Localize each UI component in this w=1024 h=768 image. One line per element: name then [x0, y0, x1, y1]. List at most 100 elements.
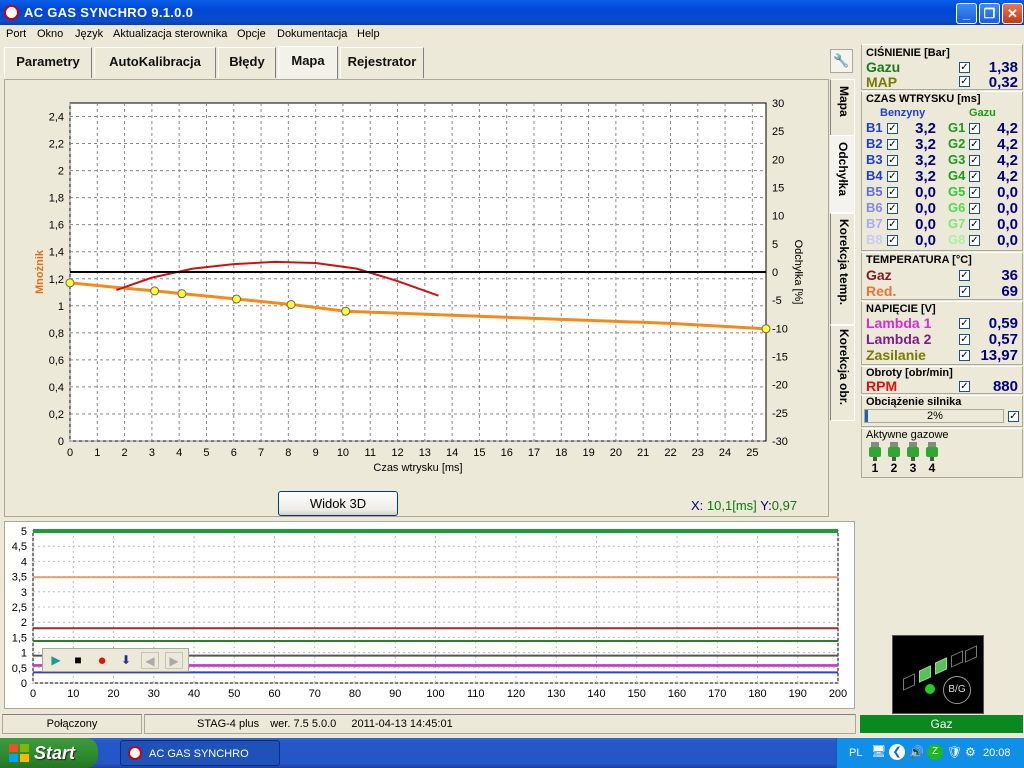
tab-mapa[interactable]: Mapa: [278, 46, 338, 79]
supply-value: 13,97: [980, 347, 1018, 364]
gas-injector-checkbox[interactable]: ✓: [969, 187, 980, 198]
maximize-icon[interactable]: ❐: [979, 3, 1000, 24]
load-checkbox[interactable]: ✓: [1008, 411, 1019, 422]
start-button[interactable]: Start: [0, 738, 98, 768]
recorder-x-tick-label: 30: [148, 688, 160, 700]
menu-jezyk[interactable]: Język: [75, 28, 103, 40]
vtab-korekcja-temp[interactable]: Korekcja temp.: [830, 213, 855, 325]
x-tick-label: 6: [231, 447, 237, 459]
tab-autokalibracja[interactable]: AutoKalibracja: [94, 47, 216, 78]
petrol-injector-checkbox[interactable]: ✓: [887, 235, 898, 246]
x-tick-label: 0: [67, 447, 73, 459]
vtab-korekcja-obr[interactable]: Korekcja obr.: [830, 325, 855, 421]
vtab-mapa[interactable]: Mapa: [830, 79, 855, 141]
data-point-marker: [286, 299, 296, 309]
red-temp-value: 69: [1001, 283, 1018, 300]
petrol-injector-checkbox[interactable]: ✓: [887, 187, 898, 198]
tray-icon-expand[interactable]: ❮: [889, 744, 905, 760]
tab-parametry[interactable]: Parametry: [4, 47, 92, 78]
x-tick-label: 11: [365, 447, 376, 459]
petrol-injector-value: 0,0: [915, 232, 936, 249]
injection-row: B8 ✓ 0,0 G8 ✓ 0,0: [862, 232, 1022, 249]
recorder-x-tick-label: 50: [228, 688, 240, 700]
menu-aktualizacja[interactable]: Aktualizacja sterownika: [113, 28, 227, 40]
map-panel: 0 1 2 3 4 5 6 7 8 9 10 11 12 13 14 15 16 17 18 19 20 21 22 23 24…: [4, 79, 829, 517]
language-indicator[interactable]: PL: [849, 747, 862, 759]
rpm-checkbox[interactable]: ✓: [959, 381, 970, 392]
y-tick-label: 1,4: [49, 247, 64, 259]
gas-switch[interactable]: B/G: [892, 635, 984, 714]
y2-tick-label: -15: [772, 352, 788, 364]
gas-temp-checkbox[interactable]: ✓: [959, 270, 970, 281]
lambda1-checkbox[interactable]: ✓: [959, 318, 970, 329]
menu-dokumentacja[interactable]: Dokumentacja: [277, 28, 347, 40]
down-arrow-icon[interactable]: ⬇: [117, 652, 135, 669]
play-icon[interactable]: ▶: [47, 652, 65, 669]
y-tick-label: 2,4: [49, 112, 64, 124]
tab-rejestrator[interactable]: Rejestrator: [340, 47, 424, 78]
petrol-injector-checkbox[interactable]: ✓: [887, 171, 898, 182]
tab-bledy[interactable]: Błędy: [218, 47, 276, 78]
menu-port[interactable]: Port: [6, 28, 26, 40]
petrol-injector-checkbox[interactable]: ✓: [887, 203, 898, 214]
recorder-y-tick-label: 0: [21, 678, 27, 690]
red-temp-checkbox[interactable]: ✓: [959, 286, 970, 297]
gas-injector-checkbox[interactable]: ✓: [969, 203, 980, 214]
menu-okno[interactable]: Okno: [37, 28, 63, 40]
gas-temp-value: 36: [1001, 267, 1018, 284]
right-panel: CIŚNIENIE [Bar] Gazu ✓ 1,38 MAP ✓ 0,32 C…: [859, 44, 1024, 734]
recorder-chart[interactable]: 0 10 20 30 40 50 60 70 80 90 100 110 120 130 140 150 160…: [5, 522, 856, 710]
x-label: X:: [691, 498, 704, 513]
left-arrow-icon[interactable]: ◀: [141, 652, 159, 669]
data-point-marker: [341, 306, 351, 316]
minimize-icon[interactable]: _: [956, 3, 977, 24]
record-icon[interactable]: ●: [93, 652, 111, 669]
gas-pressure-checkbox[interactable]: ✓: [959, 62, 970, 73]
stop-icon[interactable]: ■: [69, 652, 87, 669]
menu-help[interactable]: Help: [357, 28, 380, 40]
recorder-y-tick-label: 2,5: [12, 602, 27, 614]
injection-row: B2 ✓ 3,2 G2 ✓ 4,2: [862, 136, 1022, 153]
playback-controls: ▶ ■ ● ⬇ ◀ ▶: [42, 648, 189, 672]
y-tick-label: 1,6: [49, 220, 64, 232]
rpm-value: 880: [992, 378, 1018, 395]
close-icon[interactable]: ✕: [1002, 3, 1023, 24]
lambda2-value: 0,57: [988, 331, 1018, 348]
tray-icon-update[interactable]: Z: [927, 744, 943, 760]
y-tick-label: 0: [58, 436, 64, 448]
gas-injector-checkbox[interactable]: ✓: [969, 155, 980, 166]
petrol-injector-checkbox[interactable]: ✓: [887, 139, 898, 150]
taskbar-item[interactable]: AC GAS SYNCHRO: [120, 740, 280, 766]
tray-icon-volume[interactable]: 🔊: [909, 745, 924, 759]
gas-injector-checkbox[interactable]: ✓: [969, 219, 980, 230]
x-tick-label: 25: [746, 447, 758, 459]
voltage-header: NAPIĘCIE [V]: [866, 303, 936, 315]
gas-injector-checkbox[interactable]: ✓: [969, 171, 980, 182]
gas-injector-checkbox[interactable]: ✓: [969, 235, 980, 246]
vertical-tabs: Mapa Odchyłka Korekcja temp. Korekcja ob…: [830, 79, 855, 509]
gas-injector-checkbox[interactable]: ✓: [969, 139, 980, 150]
app-icon: [4, 5, 19, 20]
tray-icon-network[interactable]: 🖥: [871, 744, 886, 758]
lambda2-checkbox[interactable]: ✓: [959, 334, 970, 345]
gas-injector-value: 0,0: [997, 232, 1018, 249]
gas-injector-label: G6: [948, 200, 966, 215]
datetime: 2011-04-13 14:45:01: [351, 718, 453, 730]
petrol-injector-checkbox[interactable]: ✓: [887, 219, 898, 230]
switch-button[interactable]: B/G: [943, 676, 971, 704]
tray-icon-usb[interactable]: ⚙: [965, 745, 976, 759]
tray-icon-security[interactable]: 🛡: [947, 745, 962, 759]
view-3d-button[interactable]: Widok 3D: [278, 491, 398, 516]
petrol-injector-checkbox[interactable]: ✓: [887, 123, 898, 134]
map-chart[interactable]: 0 1 2 3 4 5 6 7 8 9 10 11 12 13 14 15 16 17 18 19 20 21 22 23 24…: [5, 80, 830, 518]
wrench-icon[interactable]: 🔧: [830, 49, 853, 73]
right-arrow-icon[interactable]: ▶: [165, 652, 183, 669]
menu-opcje[interactable]: Opcje: [237, 28, 266, 40]
map-checkbox[interactable]: ✓: [959, 76, 970, 87]
vtab-odchylka[interactable]: Odchyłka: [830, 135, 855, 213]
cursor-readout: X: 10,1[ms] Y:0,97: [691, 498, 797, 513]
petrol-injector-value: 0,0: [915, 200, 936, 217]
recorder-y-tick-label: 1,5: [12, 632, 27, 644]
gas-injector-checkbox[interactable]: ✓: [969, 123, 980, 134]
petrol-injector-checkbox[interactable]: ✓: [887, 155, 898, 166]
